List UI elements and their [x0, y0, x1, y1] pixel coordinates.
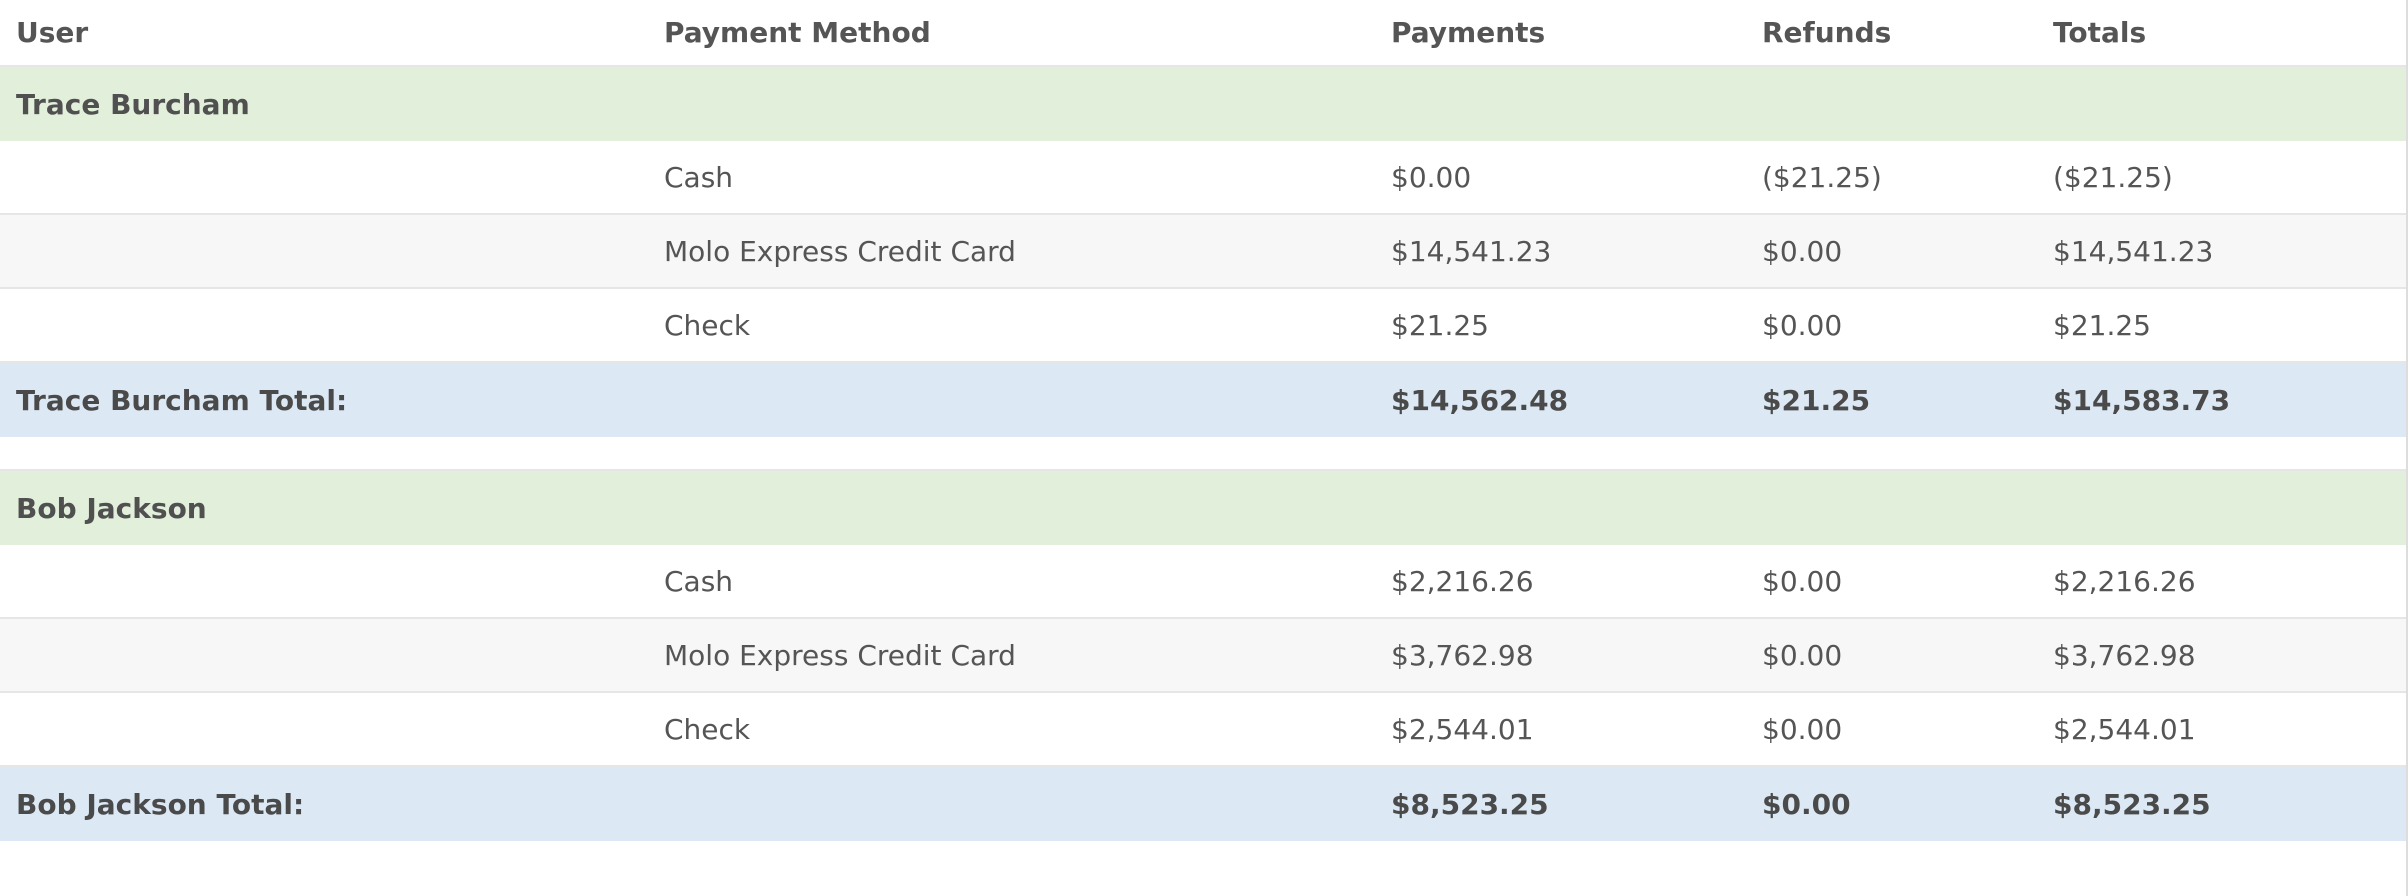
group-total-row: Bob Jackson Total: $8,523.25 $0.00 $8,52…	[0, 767, 2406, 841]
totals-cell: $2,216.26	[2053, 564, 2196, 598]
table-header: User Payment Method Payments Refunds Tot…	[0, 0, 2406, 67]
group-user-name: Trace Burcham	[16, 87, 250, 121]
table-row: Cash $2,216.26 $0.00 $2,216.26	[0, 545, 2406, 619]
refunds-cell: $0.00	[1762, 234, 1843, 268]
report-frame: User Payment Method Payments Refunds Tot…	[0, 0, 2408, 896]
payment-method-cell: Molo Express Credit Card	[664, 638, 1016, 672]
group-total-label: Bob Jackson Total:	[16, 787, 305, 821]
column-header-refunds[interactable]: Refunds	[1762, 0, 1891, 65]
payment-method-cell: Check	[664, 308, 751, 342]
table-row: Molo Express Credit Card $3,762.98 $0.00…	[0, 619, 2406, 693]
total-totals-cell: $8,523.25	[2053, 787, 2211, 821]
payments-cell: $3,762.98	[1391, 638, 1534, 672]
payments-cell: $14,541.23	[1391, 234, 1552, 268]
table-row: Cash $0.00 ($21.25) ($21.25)	[0, 141, 2406, 215]
payments-cell: $0.00	[1391, 160, 1472, 194]
payment-method-cell: Cash	[664, 160, 734, 194]
totals-cell: $2,544.01	[2053, 712, 2196, 746]
payments-cell: $2,216.26	[1391, 564, 1534, 598]
group-total-label: Trace Burcham Total:	[16, 383, 348, 417]
column-header-user[interactable]: User	[16, 0, 88, 65]
total-payments-cell: $8,523.25	[1391, 787, 1549, 821]
totals-cell: $14,541.23	[2053, 234, 2214, 268]
payments-report-table: User Payment Method Payments Refunds Tot…	[0, 0, 2408, 896]
column-header-totals[interactable]: Totals	[2053, 0, 2146, 65]
total-refunds-cell: $0.00	[1762, 787, 1851, 821]
totals-cell: $3,762.98	[2053, 638, 2196, 672]
column-header-payment-method[interactable]: Payment Method	[664, 0, 931, 65]
group-spacer	[0, 437, 2406, 471]
table-row: Molo Express Credit Card $14,541.23 $0.0…	[0, 215, 2406, 289]
column-header-payments[interactable]: Payments	[1391, 0, 1545, 65]
group-total-row: Trace Burcham Total: $14,562.48 $21.25 $…	[0, 363, 2406, 437]
payment-method-cell: Molo Express Credit Card	[664, 234, 1016, 268]
total-payments-cell: $14,562.48	[1391, 383, 1569, 417]
payment-method-cell: Cash	[664, 564, 734, 598]
refunds-cell: $0.00	[1762, 308, 1843, 342]
refunds-cell: $0.00	[1762, 712, 1843, 746]
table-row: Check $21.25 $0.00 $21.25	[0, 289, 2406, 363]
group-row: Bob Jackson	[0, 471, 2406, 545]
payment-method-cell: Check	[664, 712, 751, 746]
payments-cell: $21.25	[1391, 308, 1489, 342]
totals-cell: $21.25	[2053, 308, 2151, 342]
group-row: Trace Burcham	[0, 67, 2406, 141]
totals-cell: ($21.25)	[2053, 160, 2173, 194]
total-refunds-cell: $21.25	[1762, 383, 1871, 417]
payments-cell: $2,544.01	[1391, 712, 1534, 746]
group-user-name: Bob Jackson	[16, 491, 207, 525]
total-totals-cell: $14,583.73	[2053, 383, 2231, 417]
refunds-cell: $0.00	[1762, 638, 1843, 672]
refunds-cell: $0.00	[1762, 564, 1843, 598]
refunds-cell: ($21.25)	[1762, 160, 1882, 194]
table-row: Check $2,544.01 $0.00 $2,544.01	[0, 693, 2406, 767]
